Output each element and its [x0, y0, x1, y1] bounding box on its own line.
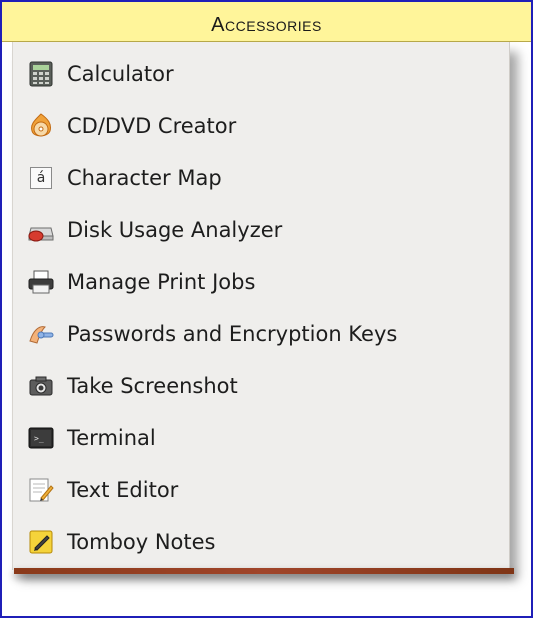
camera-icon [27, 372, 55, 400]
terminal-icon: >_ [27, 424, 55, 452]
calculator-icon [27, 60, 55, 88]
menu-item-label: Disk Usage Analyzer [67, 218, 283, 242]
menu-item-label: Manage Print Jobs [67, 270, 256, 294]
cd-dvd-creator-icon [27, 112, 55, 140]
menu-item-label: Take Screenshot [67, 374, 238, 398]
menu-item-tomboy-notes[interactable]: Tomboy Notes [13, 516, 509, 568]
printer-icon [27, 268, 55, 296]
menu-header: Accessories [2, 2, 531, 42]
disk-usage-analyzer-icon [27, 216, 55, 244]
menu-item-passwords-encryption-keys[interactable]: Passwords and Encryption Keys [13, 308, 509, 360]
menu-item-label: Text Editor [67, 478, 179, 502]
menu-item-calculator[interactable]: Calculator [13, 48, 509, 100]
menu-bottom-bar [14, 568, 514, 574]
menu-item-label: Calculator [67, 62, 174, 86]
accessories-menu: Calculator CD/DVD Creator á Character Ma… [12, 42, 510, 570]
text-editor-icon [27, 476, 55, 504]
tomboy-notes-icon [27, 528, 55, 556]
character-map-icon: á [27, 164, 55, 192]
menu-title: Accessories [211, 14, 322, 36]
menu-item-terminal[interactable]: >_ Terminal [13, 412, 509, 464]
menu-item-label: Tomboy Notes [67, 530, 216, 554]
menu-item-label: Passwords and Encryption Keys [67, 322, 398, 346]
character-map-glyph: á [30, 167, 52, 189]
menu-item-cd-dvd-creator[interactable]: CD/DVD Creator [13, 100, 509, 152]
menu-item-take-screenshot[interactable]: Take Screenshot [13, 360, 509, 412]
menu-item-disk-usage-analyzer[interactable]: Disk Usage Analyzer [13, 204, 509, 256]
menu-item-label: Terminal [67, 426, 156, 450]
svg-text:>_: >_ [34, 434, 44, 443]
menu-item-text-editor[interactable]: Text Editor [13, 464, 509, 516]
menu-item-character-map[interactable]: á Character Map [13, 152, 509, 204]
menu-item-label: CD/DVD Creator [67, 114, 237, 138]
menu-item-manage-print-jobs[interactable]: Manage Print Jobs [13, 256, 509, 308]
passwords-keys-icon [27, 320, 55, 348]
menu-item-label: Character Map [67, 166, 222, 190]
